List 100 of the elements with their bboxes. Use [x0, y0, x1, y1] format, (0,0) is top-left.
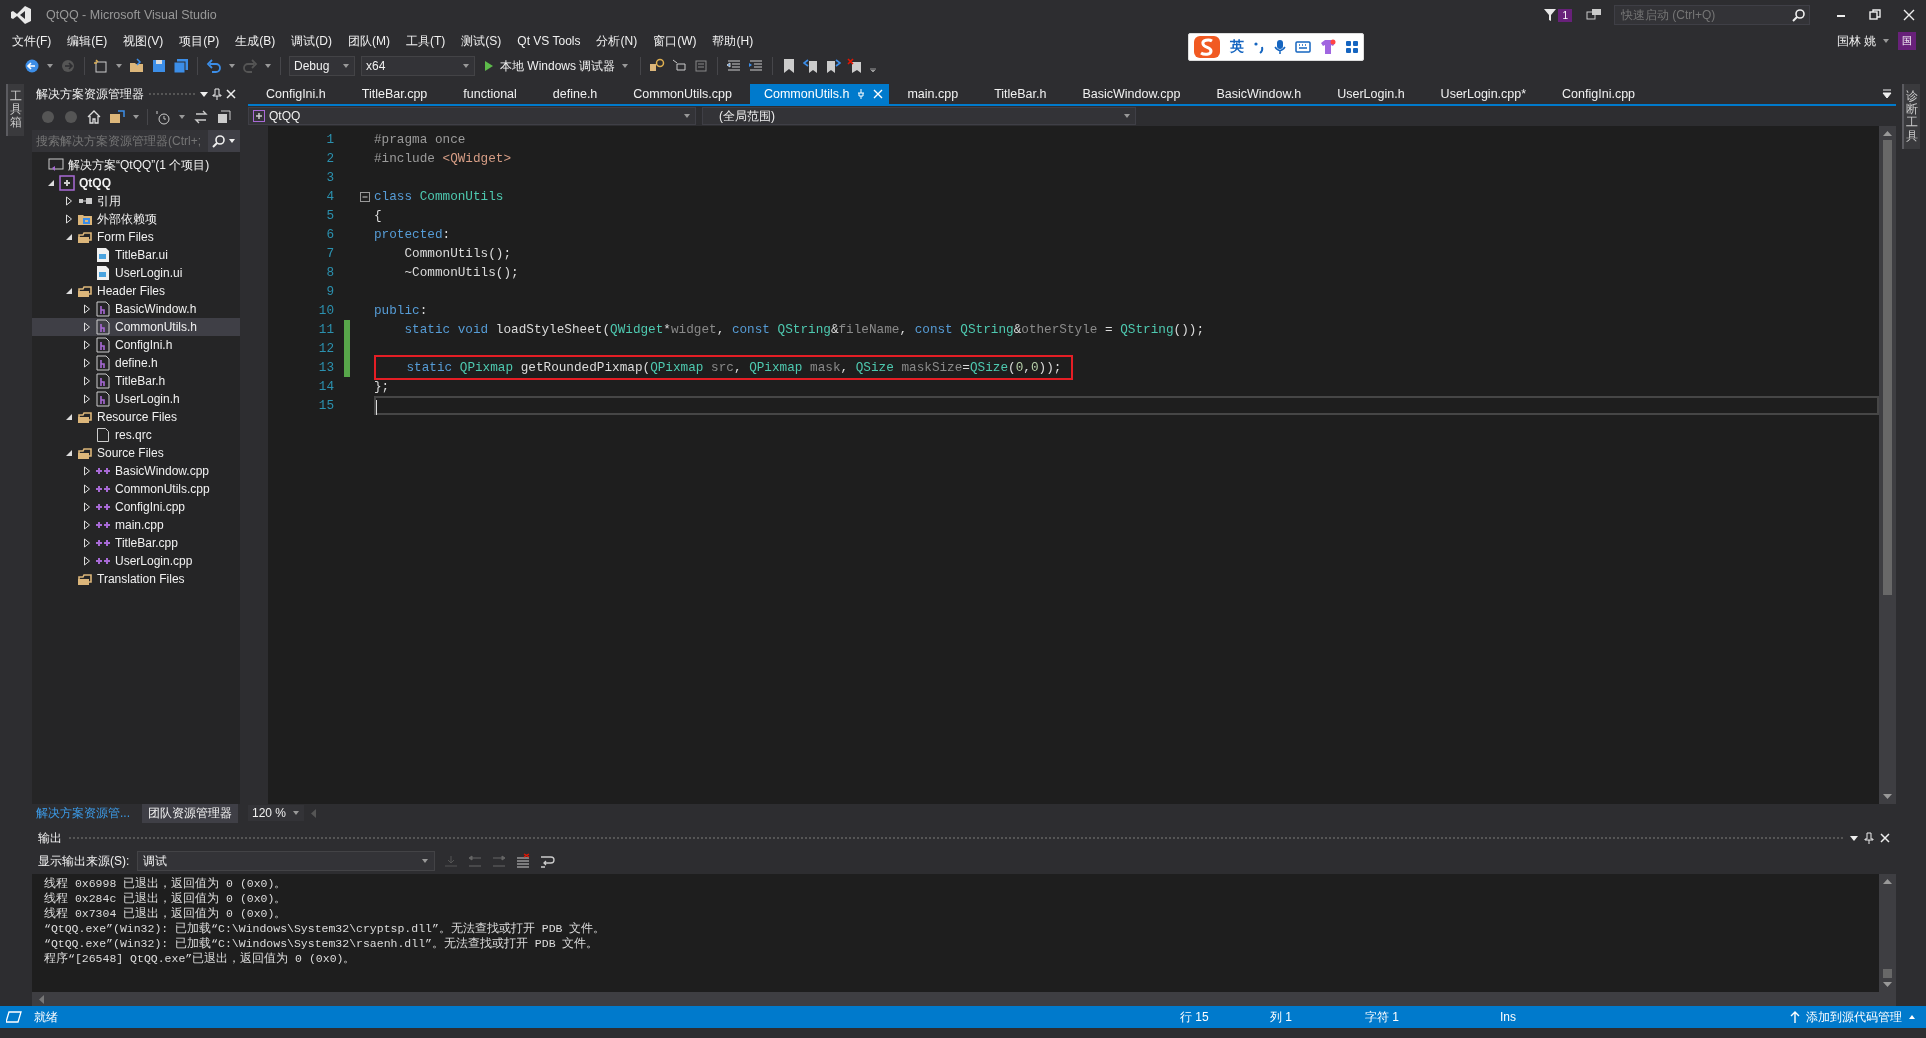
tree-item[interactable]: Translation Files	[32, 570, 240, 588]
menu-item[interactable]: 工具(T)	[398, 31, 454, 51]
menu-item[interactable]: 调试(D)	[283, 31, 340, 51]
file-tab[interactable]: CommonUtils.cpp	[615, 84, 750, 104]
file-tab[interactable]: ConfigIni.cpp	[1544, 84, 1654, 104]
account-avatar[interactable]: 国	[1898, 32, 1916, 50]
search-icon[interactable]	[1792, 9, 1805, 22]
scroll-down-icon[interactable]	[1883, 794, 1892, 800]
menu-item[interactable]: 视图(V)	[115, 31, 172, 51]
sync-views-icon[interactable]	[109, 109, 125, 125]
tree-item[interactable]: define.h	[32, 354, 240, 372]
caret-icon[interactable]	[228, 62, 236, 70]
panel-tab[interactable]: 团队资源管理器	[142, 803, 238, 823]
pin-icon[interactable]	[1864, 832, 1874, 844]
tree-item[interactable]: CommonUtils.h	[32, 318, 240, 336]
source-control-button[interactable]: 添加到源代码管理	[1790, 1008, 1916, 1026]
tree-item[interactable]: BasicWindow.cpp	[32, 462, 240, 480]
pin-icon[interactable]	[212, 88, 222, 100]
word-wrap-icon[interactable]	[539, 853, 556, 869]
expanded-arrow-icon[interactable]	[65, 449, 73, 457]
collapse-all-icon[interactable]	[216, 109, 232, 125]
scroll-down-icon[interactable]	[1883, 982, 1892, 988]
menu-item[interactable]: 分析(N)	[588, 31, 646, 51]
pending-changes-icon[interactable]	[155, 109, 171, 125]
tree-item[interactable]: main.cpp	[32, 516, 240, 534]
open-folder-icon[interactable]	[129, 58, 145, 74]
caret-icon[interactable]	[132, 113, 140, 121]
expanded-arrow-icon[interactable]	[65, 413, 73, 421]
close-icon[interactable]	[226, 89, 236, 99]
scroll-up-icon[interactable]	[1883, 878, 1892, 884]
outdent-icon[interactable]	[726, 58, 743, 74]
tree-item[interactable]: 外部依赖项	[32, 210, 240, 228]
clear-all-icon[interactable]	[515, 853, 532, 869]
dropdown-icon[interactable]	[1850, 834, 1858, 842]
scroll-up-icon[interactable]	[1883, 130, 1892, 136]
tree-item[interactable]: UserLogin.cpp	[32, 552, 240, 570]
file-tab[interactable]: ConfigIni.h	[248, 84, 344, 104]
tree-item[interactable]: Form Files	[32, 228, 240, 246]
platform-dropdown[interactable]: x64	[361, 56, 475, 76]
tree-item[interactable]: Header Files	[32, 282, 240, 300]
tree-item[interactable]: Resource Files	[32, 408, 240, 426]
menu-item[interactable]: Qt VS Tools	[509, 31, 589, 51]
tree-item[interactable]: 解决方案“QtQQ”(1 个项目)	[32, 156, 240, 174]
menu-item[interactable]: 生成(B)	[227, 31, 284, 51]
tree-item[interactable]: ConfigIni.cpp	[32, 498, 240, 516]
diagnostic-tools-tab[interactable]: 诊断工具	[1902, 84, 1920, 149]
tree-item[interactable]: TitleBar.cpp	[32, 534, 240, 552]
output-source-dropdown[interactable]: 调试	[137, 851, 436, 871]
undo-icon[interactable]	[206, 58, 222, 74]
caret-icon[interactable]	[178, 113, 186, 121]
caret-icon[interactable]	[115, 62, 123, 70]
menu-item[interactable]: 项目(P)	[171, 31, 228, 51]
tree-item[interactable]: TitleBar.ui	[32, 246, 240, 264]
menu-item[interactable]: 帮助(H)	[704, 31, 762, 51]
scope-dropdown[interactable]: (全局范围)	[702, 107, 1136, 125]
scrollbar-thumb[interactable]	[1883, 969, 1892, 978]
zoom-dropdown[interactable]: 120 %	[248, 805, 305, 821]
scrollbar-thumb[interactable]	[1883, 140, 1892, 595]
file-tab[interactable]: UserLogin.h	[1319, 84, 1423, 104]
menu-item[interactable]: 文件(F)	[4, 31, 60, 51]
tree-item[interactable]: TitleBar.h	[32, 372, 240, 390]
collapse-icon[interactable]	[360, 191, 370, 202]
filter-icon[interactable]	[1543, 8, 1558, 22]
restore-icon[interactable]	[1868, 8, 1882, 22]
menu-item[interactable]: 窗口(W)	[645, 31, 705, 51]
file-tab[interactable]: UserLogin.cpp*	[1422, 84, 1545, 104]
file-tab[interactable]: BasicWindow.h	[1198, 84, 1320, 104]
home-icon[interactable]	[86, 109, 102, 125]
file-tab[interactable]: functional	[445, 84, 535, 104]
feedback-icon[interactable]	[1586, 7, 1602, 23]
new-project-icon[interactable]	[93, 58, 109, 74]
toolbox-tab[interactable]: 工具箱	[6, 84, 24, 136]
tree-item[interactable]: Source Files	[32, 444, 240, 462]
previous-bookmark-icon[interactable]	[803, 58, 820, 74]
file-tab[interactable]: main.cpp	[889, 84, 977, 104]
save-icon[interactable]	[151, 58, 167, 74]
tree-item[interactable]: res.qrc	[32, 426, 240, 444]
refresh-icon[interactable]	[193, 109, 209, 125]
save-all-icon[interactable]	[173, 58, 189, 74]
start-debugging-button[interactable]: 本地 Windows 调试器	[481, 57, 633, 75]
indent-icon[interactable]	[748, 58, 765, 74]
file-tab[interactable]: TitleBar.h	[976, 84, 1065, 104]
panel-tab[interactable]: 解决方案资源管...	[36, 803, 136, 823]
expanded-arrow-icon[interactable]	[65, 233, 73, 241]
microphone-icon[interactable]	[1274, 39, 1286, 55]
tree-item[interactable]: CommonUtils.cpp	[32, 480, 240, 498]
configuration-dropdown[interactable]: Debug	[289, 56, 355, 76]
project-dropdown[interactable]: QtQQ	[248, 107, 696, 125]
search-field[interactable]: 搜索解决方案资源管理器(Ctrl+;	[32, 130, 240, 152]
grid-icon[interactable]	[1345, 40, 1359, 54]
file-tab[interactable]: TitleBar.cpp	[343, 84, 446, 104]
menu-item[interactable]: 测试(S)	[453, 31, 510, 51]
back-icon[interactable]	[24, 58, 40, 74]
caret-icon[interactable]	[46, 62, 54, 70]
close-icon[interactable]	[1880, 833, 1890, 843]
file-tab[interactable]: BasicWindow.cpp	[1064, 84, 1199, 104]
input-mode-toggle[interactable]: 英	[1230, 38, 1244, 56]
menu-item[interactable]: 编辑(E)	[59, 31, 116, 51]
tree-item[interactable]: 引用	[32, 192, 240, 210]
file-tab[interactable]: define.h	[534, 84, 616, 104]
